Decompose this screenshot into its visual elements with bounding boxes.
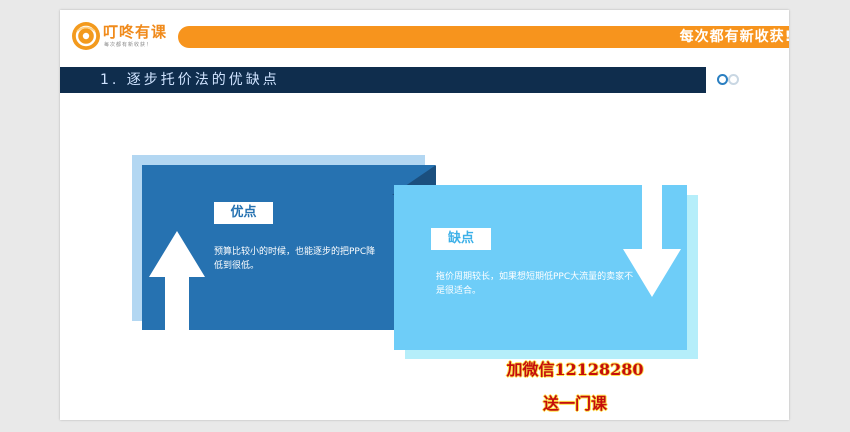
- watermark-line-1: 加微信12128280: [506, 360, 644, 379]
- slogan: 每次都有新收获!: [679, 29, 789, 45]
- cons-label: 缺点: [431, 228, 491, 250]
- header-banner: 每次都有新收获!: [178, 26, 789, 48]
- pagination-dot-active: [717, 74, 728, 85]
- cons-text: 拖价周期较长，如果想短期低PPC大流量的卖家不是很适合。: [436, 272, 634, 296]
- brand-tagline: 每次都有新收获！: [104, 42, 153, 48]
- pagination-dots: [717, 74, 741, 85]
- watermark-line-2: 送一门课: [542, 394, 607, 413]
- brand-logo: 叮咚有课 每次都有新收获！: [72, 21, 192, 55]
- slide-title: 1. 逐步托价法的优缺点: [100, 72, 280, 88]
- pros-text: 预算比较小的时候，也能逐步的把PPC降低到很低。: [214, 247, 376, 271]
- brand-name: 叮咚有课: [103, 23, 168, 41]
- brand-logo-icon: [72, 22, 100, 50]
- slide: 叮咚有课 每次都有新收获！ 每次都有新收获! 1. 逐步托价法的优缺点 优点 预…: [60, 10, 789, 420]
- pros-label: 优点: [214, 202, 273, 224]
- pagination-dot: [728, 74, 739, 85]
- title-bar: 1. 逐步托价法的优缺点: [60, 67, 706, 93]
- arrow-up-icon: [149, 231, 205, 335]
